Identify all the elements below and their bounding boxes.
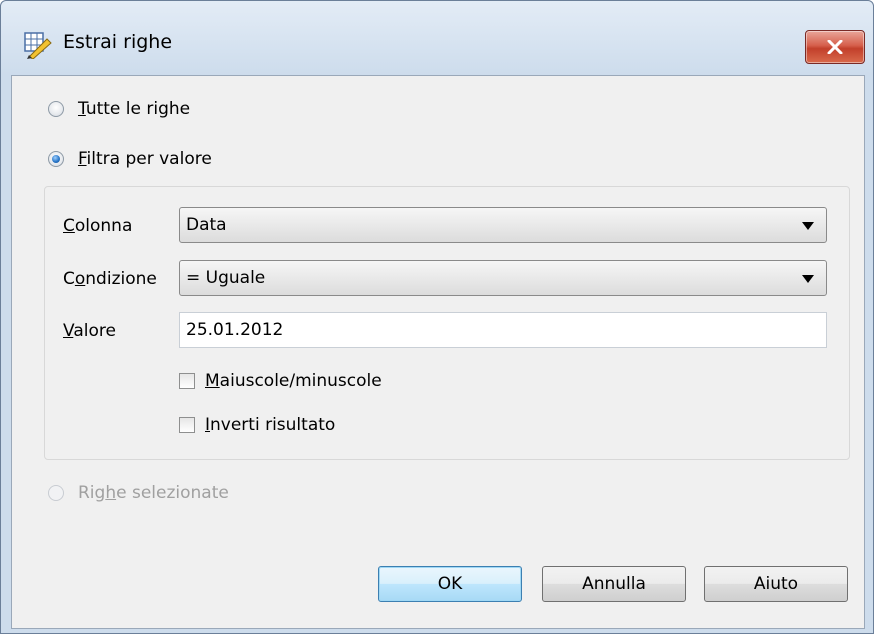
- filter-group: Colonna Data Condizione = Uguale Valore …: [44, 186, 850, 460]
- ok-button[interactable]: OK: [378, 566, 522, 602]
- case-sensitive-checkbox[interactable]: [179, 373, 195, 389]
- invert-result-option[interactable]: Inverti risultato: [179, 415, 335, 435]
- radio-all-rows-label: Tutte le righe: [78, 99, 191, 119]
- radio-selected-rows[interactable]: Righe selezionate: [48, 483, 229, 503]
- radio-filter-by-value-control[interactable]: [48, 151, 64, 167]
- condition-select[interactable]: = Uguale: [179, 260, 827, 296]
- condition-label: Condizione: [63, 269, 157, 289]
- case-sensitive-label: Maiuscole/minuscole: [205, 371, 382, 391]
- title-bar[interactable]: Estrai righe: [1, 1, 873, 75]
- radio-selected-rows-control[interactable]: [48, 485, 64, 501]
- case-sensitive-option[interactable]: Maiuscole/minuscole: [179, 371, 382, 391]
- cancel-button[interactable]: Annulla: [542, 566, 686, 602]
- chevron-down-icon: [802, 275, 814, 283]
- column-select[interactable]: Data: [179, 207, 827, 243]
- close-button[interactable]: [805, 30, 865, 64]
- table-edit-icon: [24, 32, 52, 59]
- radio-filter-by-value[interactable]: Filtra per valore: [48, 149, 212, 169]
- radio-all-rows[interactable]: Tutte le righe: [48, 99, 190, 119]
- radio-all-rows-control[interactable]: [48, 101, 64, 117]
- invert-result-checkbox[interactable]: [179, 417, 195, 433]
- close-icon: [827, 40, 843, 54]
- column-label: Colonna: [63, 216, 133, 236]
- dialog-window: Estrai righe Tutte le righe Filtra per v…: [0, 0, 874, 634]
- help-button[interactable]: Aiuto: [704, 566, 848, 602]
- dialog-body: Tutte le righe Filtra per valore Colonna…: [11, 75, 865, 629]
- radio-filter-by-value-label: Filtra per valore: [78, 149, 212, 169]
- value-label: Valore: [63, 321, 116, 341]
- radio-selected-rows-label: Righe selezionate: [78, 483, 229, 503]
- dialog-title: Estrai righe: [63, 31, 173, 53]
- value-input[interactable]: 25.01.2012: [179, 312, 827, 348]
- condition-select-value: = Uguale: [186, 268, 266, 288]
- invert-result-label: Inverti risultato: [205, 415, 336, 435]
- value-input-text: 25.01.2012: [186, 320, 284, 340]
- chevron-down-icon: [802, 222, 814, 230]
- column-select-value: Data: [186, 215, 227, 235]
